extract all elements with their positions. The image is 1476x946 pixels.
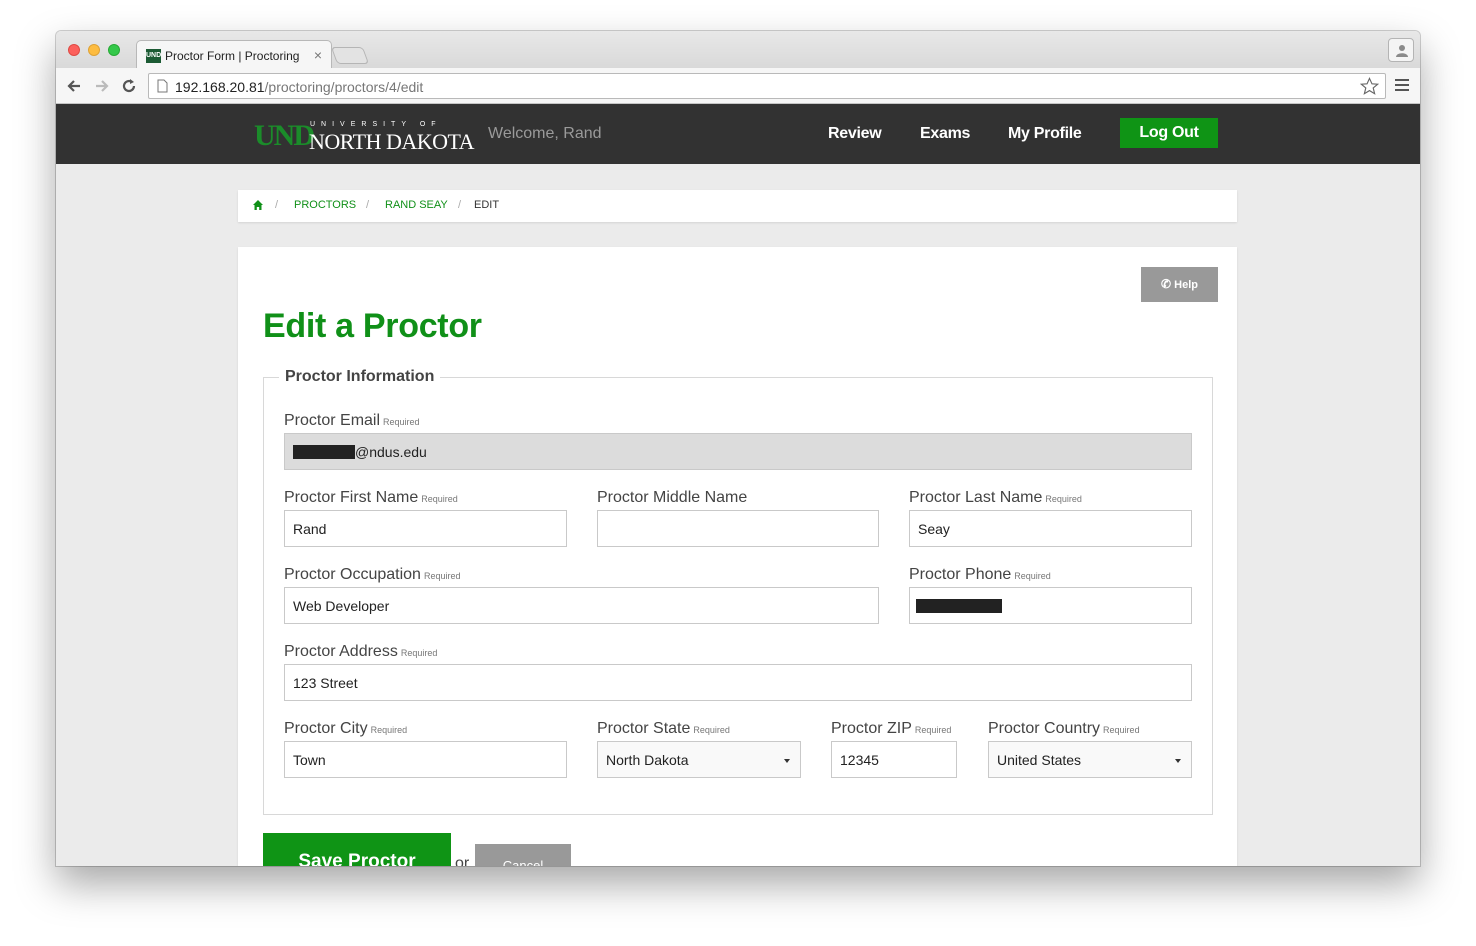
address-bar[interactable]: 192.168.20.81/proctoring/proctors/4/edit	[148, 73, 1386, 99]
state-select[interactable]: North Dakota	[597, 741, 801, 778]
country-select[interactable]: United States	[988, 741, 1192, 778]
middle-name-label: Proctor Middle Name	[597, 489, 748, 506]
profile-button[interactable]	[1388, 38, 1414, 62]
url-text: 192.168.20.81/proctoring/proctors/4/edit	[175, 79, 424, 95]
email-field[interactable]: @ndus.edu	[284, 433, 1192, 470]
proctor-information-fieldset: Proctor Information Proctor Email Require…	[263, 368, 1213, 815]
person-icon	[1396, 45, 1408, 57]
breadcrumb-separator: /	[275, 199, 279, 211]
home-icon[interactable]	[252, 199, 264, 211]
breadcrumb-proctors-link[interactable]: PROCTORS	[294, 199, 356, 211]
new-tab-button[interactable]	[330, 47, 370, 64]
tab-strip: UND Proctor Form | Proctoring ×	[56, 31, 1420, 68]
forward-arrow-icon[interactable]	[92, 76, 112, 96]
page-title: Edit a Proctor	[263, 307, 482, 345]
nav-my-profile-link[interactable]: My Profile	[1008, 125, 1082, 143]
redacted-block	[293, 445, 355, 459]
help-label: Help	[1174, 279, 1198, 291]
save-proctor-button[interactable]: Save Proctor	[263, 833, 451, 866]
breadcrumb-separator: /	[366, 199, 370, 211]
bookmark-star-icon[interactable]	[1360, 77, 1379, 96]
minimize-window-button[interactable]	[88, 44, 100, 56]
last-name-label: Proctor Last Name Required	[909, 489, 1082, 506]
redacted-block	[916, 599, 1002, 613]
breadcrumb: / PROCTORS / RAND SEAY / EDIT	[238, 190, 1237, 222]
browser-window: UND Proctor Form | Proctoring × 192.168.…	[56, 31, 1420, 866]
breadcrumb-separator: /	[458, 199, 462, 211]
zip-field[interactable]: 12345	[831, 741, 957, 778]
zip-label: Proctor ZIP Required	[831, 720, 952, 737]
first-name-field[interactable]: Rand	[284, 510, 567, 547]
middle-name-field[interactable]	[597, 510, 879, 547]
site-header: UND UNIVERSITY OF NORTH DAKOTA Welcome, …	[56, 104, 1420, 164]
logo-north-dakota-text: NORTH DAKOTA	[309, 129, 475, 154]
nav-exams-link[interactable]: Exams	[920, 125, 970, 143]
occupation-field[interactable]: Web Developer	[284, 587, 879, 624]
und-logo[interactable]: UND UNIVERSITY OF NORTH DAKOTA	[254, 119, 475, 154]
reload-icon[interactable]	[119, 76, 139, 96]
chrome-menu-icon[interactable]	[1395, 79, 1409, 94]
browser-toolbar: 192.168.20.81/proctoring/proctors/4/edit	[56, 68, 1420, 104]
logo-mark: UND	[254, 119, 315, 152]
close-window-button[interactable]	[68, 44, 80, 56]
zoom-window-button[interactable]	[108, 44, 120, 56]
form-card: ✆ Help Edit a Proctor Proctor Informatio…	[238, 247, 1237, 866]
help-button[interactable]: ✆ Help	[1141, 267, 1218, 302]
logo-university-text: UNIVERSITY OF	[310, 121, 442, 128]
email-label: Proctor Email Required	[284, 412, 420, 429]
phone-label: Proctor Phone Required	[909, 566, 1051, 583]
welcome-text: Welcome, Rand	[488, 125, 602, 142]
tab-title: Proctor Form | Proctoring	[165, 49, 300, 63]
tab-close-icon[interactable]: ×	[314, 47, 322, 63]
phone-field[interactable]	[909, 587, 1192, 624]
last-name-field[interactable]: Seay	[909, 510, 1192, 547]
log-out-button[interactable]: Log Out	[1120, 118, 1218, 148]
or-text: or	[455, 855, 470, 866]
address-label: Proctor Address Required	[284, 643, 438, 660]
breadcrumb-current: EDIT	[474, 199, 500, 211]
breadcrumb-rand-seay-link[interactable]: RAND SEAY	[385, 199, 448, 211]
phone-icon: ✆	[1161, 277, 1172, 291]
caret-down-icon	[1175, 759, 1181, 763]
page-icon	[157, 79, 168, 93]
back-arrow-icon[interactable]	[64, 76, 84, 96]
browser-tab[interactable]: UND Proctor Form | Proctoring ×	[136, 40, 332, 68]
city-label: Proctor City Required	[284, 720, 408, 737]
favicon-icon: UND	[146, 49, 161, 63]
city-field[interactable]: Town	[284, 741, 567, 778]
occupation-label: Proctor Occupation Required	[284, 566, 461, 583]
caret-down-icon	[784, 759, 790, 763]
state-label: Proctor State Required	[597, 720, 730, 737]
country-label: Proctor Country Required	[988, 720, 1140, 737]
fieldset-legend: Proctor Information	[279, 368, 441, 386]
nav-review-link[interactable]: Review	[828, 125, 882, 143]
address-field[interactable]: 123 Street	[284, 664, 1192, 701]
first-name-label: Proctor First Name Required	[284, 489, 458, 506]
cancel-button[interactable]: Cancel	[475, 844, 571, 866]
